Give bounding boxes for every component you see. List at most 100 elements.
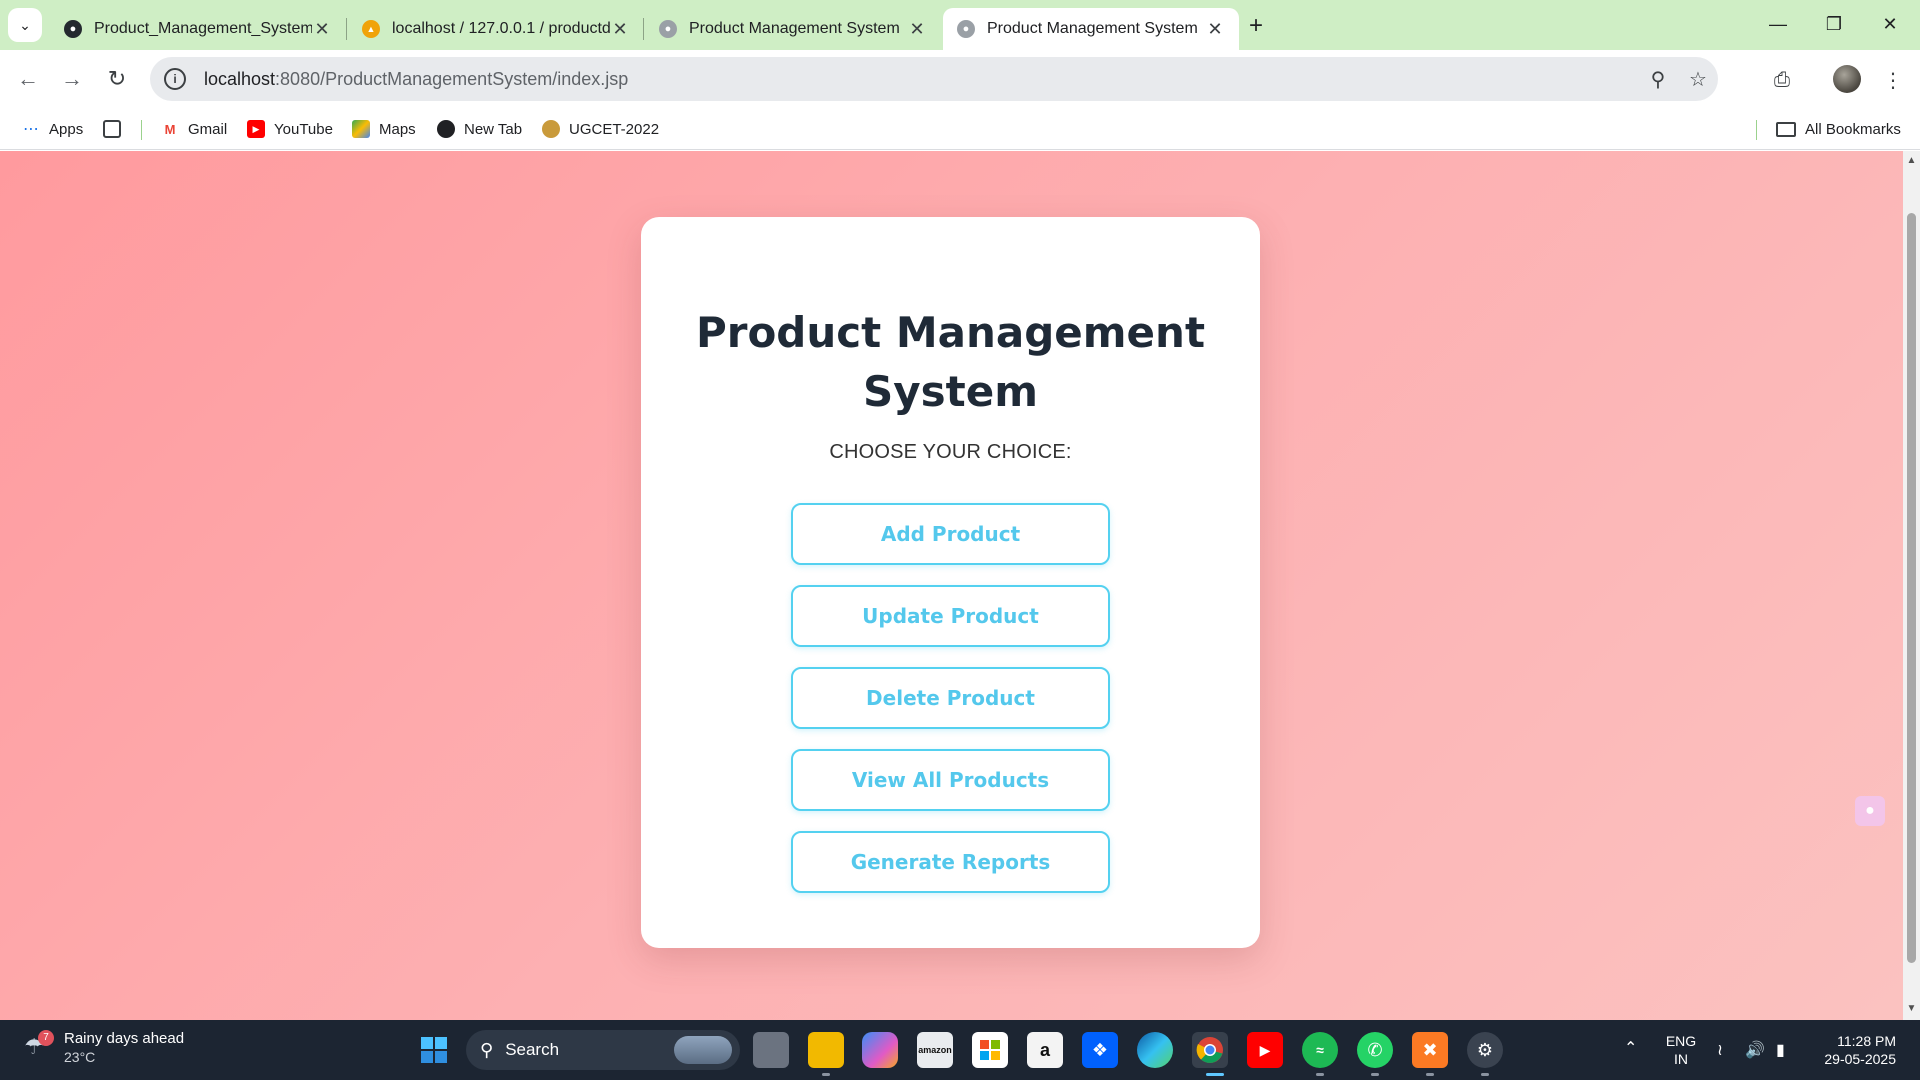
close-icon[interactable]: ✕ (907, 19, 927, 40)
close-icon[interactable]: ✕ (312, 19, 332, 40)
bookmark-label: New Tab (464, 120, 523, 138)
main-card: Product Management System CHOOSE YOUR CH… (641, 217, 1260, 948)
view-all-products-button[interactable]: View All Products (791, 749, 1110, 811)
bookmark-divider (141, 120, 142, 140)
minimize-icon: — (1769, 13, 1787, 34)
tab-github[interactable]: ● Product_Management_System_ ✕ (50, 8, 346, 50)
tab-product-management[interactable]: ● Product Management System ✕ (645, 8, 941, 50)
restore-button[interactable]: ❐ (1806, 0, 1862, 48)
running-indicator (822, 1073, 830, 1076)
url-text[interactable]: localhost:8080/ProductManagementSystem/i… (204, 69, 1638, 90)
bookmark-label: YouTube (274, 120, 333, 138)
update-product-button[interactable]: Update Product (791, 585, 1110, 647)
delete-product-button[interactable]: Delete Product (791, 667, 1110, 729)
tab-divider (643, 18, 644, 40)
address-bar[interactable]: i localhost:8080/ProductManagementSystem… (150, 57, 1718, 101)
running-indicator (1316, 1073, 1324, 1076)
url-host: localhost (204, 68, 276, 89)
settings-gear-icon[interactable]: ⚙ (1467, 1032, 1503, 1068)
scroll-down-icon[interactable]: ▼ (1906, 1003, 1917, 1014)
region-code: IN (1674, 1051, 1688, 1067)
windows-logo-icon (421, 1037, 447, 1063)
bookmark-youtube[interactable]: ▶ YouTube (247, 116, 333, 142)
clock[interactable]: 11:28 PM 29-05-2025 (1808, 1032, 1896, 1068)
all-bookmarks-button[interactable]: All Bookmarks (1776, 116, 1901, 142)
tab-title: Product Management System (987, 20, 1198, 37)
star-icon[interactable]: ☆ (1678, 67, 1718, 92)
umbrella-icon: ☂ 7 (24, 1029, 54, 1062)
chevron-down-icon: ⌄ (19, 16, 31, 33)
volume-icon[interactable]: 🔊 (1745, 1040, 1765, 1060)
zoom-icon[interactable]: ⚲ (1638, 67, 1678, 92)
folder-icon (1776, 121, 1796, 137)
scroll-up-icon[interactable]: ▲ (1906, 155, 1917, 166)
store-logo-icon (980, 1040, 1000, 1060)
close-icon: ✕ (1882, 13, 1898, 34)
amazon-app-icon[interactable]: amazon (917, 1032, 953, 1068)
generate-reports-button[interactable]: Generate Reports (791, 831, 1110, 893)
bookmark-gmail[interactable]: M Gmail (161, 116, 228, 142)
menu-dots-icon[interactable]: ⋮ (1878, 65, 1908, 95)
bookmark-label: UGCET-2022 (569, 120, 660, 138)
site-info-icon[interactable]: i (164, 68, 186, 90)
restore-icon: ❐ (1825, 13, 1843, 34)
browser-toolbar: ← → ↻ i localhost:8080/ProductManagement… (0, 50, 1920, 108)
forward-button[interactable]: → (55, 62, 89, 96)
windows-taskbar: ☂ 7 Rainy days ahead 23°C ⚲ Search amazo… (0, 1020, 1920, 1080)
edge-icon[interactable] (1137, 1032, 1173, 1068)
weather-widget[interactable]: ☂ 7 Rainy days ahead 23°C (24, 1029, 184, 1065)
close-icon[interactable]: ✕ (1205, 19, 1225, 40)
bookmark-ugcet[interactable]: UGCET-2022 (542, 116, 659, 142)
bookmark-label: Maps (379, 120, 416, 138)
tab-product-management-active[interactable]: ● Product Management System ✕ (943, 8, 1239, 50)
search-highlight-image (674, 1036, 732, 1064)
back-button[interactable]: ← (11, 62, 45, 96)
globe-icon (437, 120, 455, 138)
running-indicator (1481, 1073, 1489, 1076)
bookmark-tab-groups[interactable] (103, 116, 130, 142)
clock-time: 11:28 PM (1837, 1033, 1896, 1049)
chrome-icon[interactable] (1192, 1032, 1228, 1068)
minimize-button[interactable]: — (1750, 0, 1806, 48)
amazon-a-icon[interactable]: a (1027, 1032, 1063, 1068)
tab-groups-icon (103, 120, 121, 138)
youtube-icon: ▶ (247, 120, 265, 138)
bookmark-maps[interactable]: Maps (352, 116, 416, 142)
copilot-icon[interactable] (862, 1032, 898, 1068)
dropbox-icon[interactable]: ❖ (1082, 1032, 1118, 1068)
github-icon: ● (64, 20, 82, 38)
bookmark-new-tab[interactable]: New Tab (437, 116, 522, 142)
chevron-up-icon[interactable]: ⌃ (1624, 1038, 1637, 1058)
scrollbar-thumb[interactable] (1907, 213, 1916, 963)
whatsapp-icon[interactable]: ✆ (1357, 1032, 1393, 1068)
new-tab-button[interactable]: + (1240, 10, 1272, 42)
close-icon[interactable]: ✕ (610, 19, 630, 40)
close-window-button[interactable]: ✕ (1862, 0, 1918, 48)
floating-extension-icon[interactable]: ● (1855, 796, 1885, 826)
extensions-icon[interactable]: ⎙ (1767, 65, 1797, 95)
tab-phpmyadmin[interactable]: ▲ localhost / 127.0.0.1 / productd ✕ (348, 8, 644, 50)
file-explorer-icon[interactable] (808, 1032, 844, 1068)
xampp-icon[interactable]: ✖ (1412, 1032, 1448, 1068)
task-view-icon[interactable] (753, 1032, 789, 1068)
tab-search-button[interactable]: ⌄ (8, 8, 42, 42)
page-scrollbar[interactable]: ▲ ▼ (1903, 151, 1920, 1020)
reload-button[interactable]: ↻ (100, 62, 134, 96)
weather-temp: 23°C (64, 1049, 96, 1065)
add-product-button[interactable]: Add Product (791, 503, 1110, 565)
bookmark-apps[interactable]: ⋯ Apps (22, 116, 83, 142)
clock-date: 29-05-2025 (1824, 1051, 1896, 1067)
windows-start-icon[interactable] (416, 1032, 452, 1068)
taskbar-search[interactable]: ⚲ Search (466, 1030, 740, 1070)
notification-badge: 7 (38, 1029, 54, 1046)
url-path: :8080/ProductManagementSystem/index.jsp (275, 68, 629, 89)
arrow-right-icon: → (61, 66, 83, 91)
wifi-icon[interactable]: ≀ (1717, 1040, 1723, 1060)
youtube-app-icon[interactable]: ▶ (1247, 1032, 1283, 1068)
search-label: Search (505, 1040, 560, 1059)
language-indicator[interactable]: ENG IN (1660, 1032, 1702, 1068)
battery-icon[interactable]: ▮ (1776, 1040, 1785, 1060)
spotify-icon[interactable]: ≈ (1302, 1032, 1338, 1068)
microsoft-store-icon[interactable] (972, 1032, 1008, 1068)
avatar[interactable] (1833, 65, 1861, 93)
